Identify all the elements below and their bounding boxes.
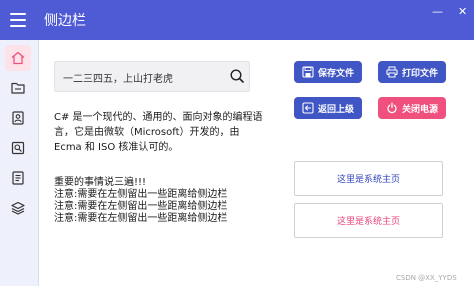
search-box — [54, 61, 250, 92]
sidebar-item-notes[interactable] — [5, 165, 31, 191]
home-panel-primary[interactable]: 这里是系统主页 — [294, 161, 443, 196]
description-text: C# 是一个现代的、通用的、面向对象的编程语 言，它是由微软（Microsoft… — [54, 110, 284, 155]
go-back-label: 返回上级 — [317, 104, 354, 115]
search-doc-icon — [11, 141, 25, 155]
sidebar — [0, 40, 39, 286]
power-icon — [387, 102, 397, 114]
layers-icon — [11, 201, 25, 215]
sidebar-item-contacts[interactable] — [5, 105, 31, 131]
sidebar-item-search[interactable] — [5, 135, 31, 161]
print-file-button[interactable]: 打印文件 — [378, 61, 446, 83]
note-line: 注意:需要在左侧留出一些距离给侧边栏 — [54, 213, 228, 224]
search-icon[interactable] — [229, 68, 245, 84]
save-icon — [302, 66, 314, 78]
close-button[interactable]: ✕ — [458, 6, 467, 17]
description-line: C# 是一个现代的、通用的、面向对象的编程语 — [54, 112, 263, 123]
minimize-button[interactable]: — — [432, 6, 443, 17]
save-file-button[interactable]: 保存文件 — [294, 61, 362, 83]
printer-icon — [386, 66, 398, 78]
folder-icon — [11, 82, 25, 94]
home-panel-secondary-label: 这里是系统主页 — [336, 217, 400, 227]
watermark: CSDN @XX_YYDS — [396, 274, 457, 282]
description-line: Ecma 和 ISO 核准认可的。 — [54, 142, 179, 153]
print-file-label: 打印文件 — [401, 68, 438, 79]
shutdown-button[interactable]: 关闭电源 — [378, 97, 446, 119]
user-card-icon — [12, 111, 24, 125]
sidebar-item-files[interactable] — [5, 75, 31, 101]
note-line: 注意:需要在左侧留出一些距离给侧边栏 — [54, 201, 228, 212]
description-line: 言，它是由微软（Microsoft）开发的，由 — [54, 127, 240, 138]
note-icon — [12, 171, 24, 185]
back-arrow-icon — [302, 102, 314, 114]
note-line: 注意:需要在左侧留出一些距离给侧边栏 — [54, 189, 228, 200]
sidebar-item-layers[interactable] — [5, 195, 31, 221]
home-panel-primary-label: 这里是系统主页 — [336, 175, 400, 185]
window-title: 侧边栏 — [44, 13, 86, 29]
sidebar-item-home[interactable] — [5, 45, 31, 71]
go-back-button[interactable]: 返回上级 — [294, 97, 362, 119]
notes-heading: 重要的事情说三遍!!! — [54, 177, 147, 188]
search-input[interactable] — [61, 67, 225, 87]
home-icon — [11, 51, 25, 65]
home-panel-secondary[interactable]: 这里是系统主页 — [294, 203, 443, 238]
title-bar: 侧边栏 — ✕ — [0, 0, 474, 40]
save-file-label: 保存文件 — [317, 68, 354, 79]
notes-block: 重要的事情说三遍!!! 注意:需要在左侧留出一些距离给侧边栏 注意:需要在左侧留… — [54, 177, 284, 225]
hamburger-menu-icon[interactable] — [10, 13, 26, 27]
shutdown-label: 关闭电源 — [401, 104, 438, 115]
